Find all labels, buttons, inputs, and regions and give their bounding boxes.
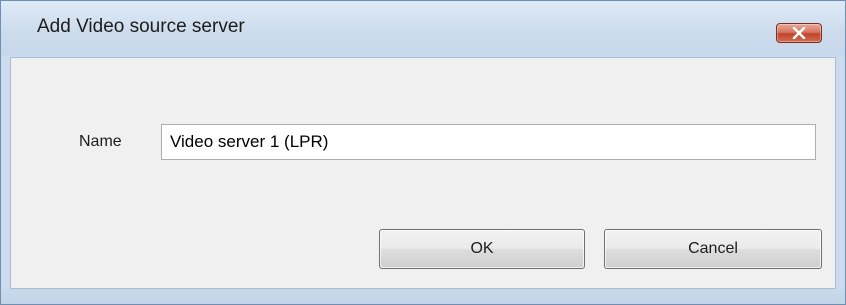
window-bottom-border — [1, 289, 845, 304]
close-button[interactable] — [776, 23, 822, 43]
close-icon — [792, 27, 806, 39]
ok-button[interactable]: OK — [379, 229, 585, 269]
dialog-body: Name OK Cancel — [10, 57, 836, 289]
window-title: Add Video source server — [37, 16, 245, 37]
cancel-button[interactable]: Cancel — [604, 229, 822, 269]
title-bar[interactable]: Add Video source server — [1, 1, 845, 56]
name-label: Name — [79, 133, 122, 150]
dialog-window: Add Video source server Name OK Cancel — [0, 0, 846, 305]
name-input[interactable] — [161, 124, 816, 160]
